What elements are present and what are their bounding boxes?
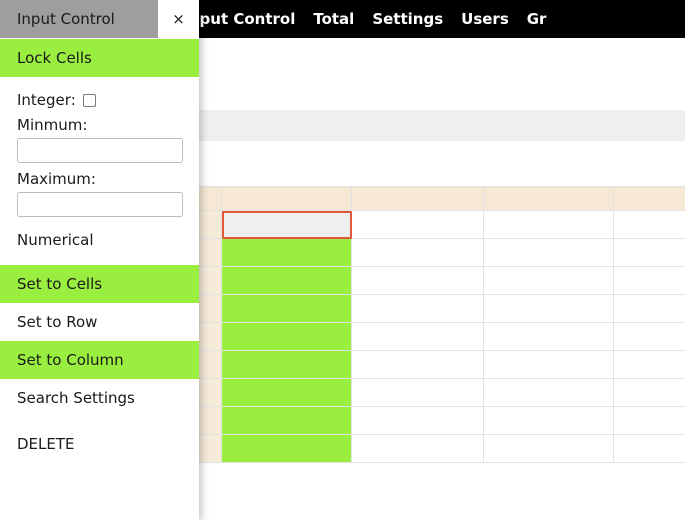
grid-cell-highlighted[interactable]: [222, 379, 352, 407]
close-icon[interactable]: ×: [158, 0, 199, 38]
menu-users[interactable]: Users: [452, 0, 518, 38]
grid-cell[interactable]: [484, 323, 614, 351]
panel-spacer: [0, 77, 199, 85]
integer-field-group: Integer: Minmum: Maximum:: [0, 85, 199, 217]
grid-cell[interactable]: [614, 435, 685, 463]
panel-title: Input Control: [0, 0, 158, 38]
grid-cell[interactable]: [614, 239, 685, 267]
grid-cell[interactable]: [614, 407, 685, 435]
grid-cell-highlighted[interactable]: [222, 323, 352, 351]
grid-cell[interactable]: [484, 239, 614, 267]
grid-cell[interactable]: [484, 267, 614, 295]
grid-cell-highlighted[interactable]: [222, 435, 352, 463]
grid-cell[interactable]: [352, 379, 484, 407]
grid-cell[interactable]: [352, 435, 484, 463]
integer-label: Integer:: [17, 91, 76, 109]
integer-checkbox[interactable]: [82, 93, 96, 107]
grid-cell[interactable]: [614, 295, 685, 323]
menu-total[interactable]: Total: [304, 0, 363, 38]
grid-cell[interactable]: [614, 211, 685, 239]
grid-cell[interactable]: [352, 211, 484, 239]
grid-cell-selected[interactable]: [222, 211, 352, 239]
grid-cell[interactable]: [614, 379, 685, 407]
grid-cell[interactable]: [484, 379, 614, 407]
grid-cell-highlighted[interactable]: [222, 407, 352, 435]
grid-cell-highlighted[interactable]: [222, 267, 352, 295]
grid-cell[interactable]: [352, 295, 484, 323]
panel-item-set-to-cells[interactable]: Set to Cells: [0, 265, 199, 303]
grid-cell-highlighted[interactable]: [222, 351, 352, 379]
minimum-label: Minmum:: [17, 116, 88, 134]
menu-gr[interactable]: Gr: [518, 0, 556, 38]
panel-item-search-settings[interactable]: Search Settings: [0, 379, 199, 417]
panel-header: Input Control ×: [0, 0, 199, 39]
grid-column-header[interactable]: [222, 187, 352, 211]
grid-cell[interactable]: [352, 323, 484, 351]
grid-cell[interactable]: [484, 435, 614, 463]
grid-cell[interactable]: [484, 351, 614, 379]
numerical-label: Numerical: [17, 231, 94, 249]
grid-cell[interactable]: [352, 351, 484, 379]
panel-item-delete[interactable]: DELETE: [0, 425, 199, 463]
grid-cell[interactable]: [484, 211, 614, 239]
minimum-input[interactable]: [17, 138, 183, 163]
integer-row: Integer:: [17, 85, 183, 115]
grid-column-header[interactable]: [484, 187, 614, 211]
input-control-panel: Input Control × Lock Cells Integer: Minm…: [0, 0, 199, 520]
panel-item-set-to-row[interactable]: Set to Row: [0, 303, 199, 341]
grid-cell[interactable]: [484, 295, 614, 323]
grid-cell-highlighted[interactable]: [222, 295, 352, 323]
maximum-input[interactable]: [17, 192, 183, 217]
grid-column-header[interactable]: [614, 187, 685, 211]
grid-cell-highlighted[interactable]: [222, 239, 352, 267]
panel-spacer-2: [0, 257, 199, 265]
panel-spacer-3: [0, 417, 199, 425]
grid-cell[interactable]: [352, 267, 484, 295]
grid-cell[interactable]: [614, 351, 685, 379]
grid-cell[interactable]: [352, 239, 484, 267]
grid-cell[interactable]: [614, 267, 685, 295]
grid-cell[interactable]: [614, 323, 685, 351]
menu-settings[interactable]: Settings: [363, 0, 452, 38]
grid-cell[interactable]: [484, 407, 614, 435]
grid-cell[interactable]: [352, 407, 484, 435]
maximum-label: Maximum:: [17, 170, 96, 188]
grid-column-header[interactable]: [352, 187, 484, 211]
panel-item-lock-cells[interactable]: Lock Cells: [0, 39, 199, 77]
panel-item-set-to-column[interactable]: Set to Column: [0, 341, 199, 379]
